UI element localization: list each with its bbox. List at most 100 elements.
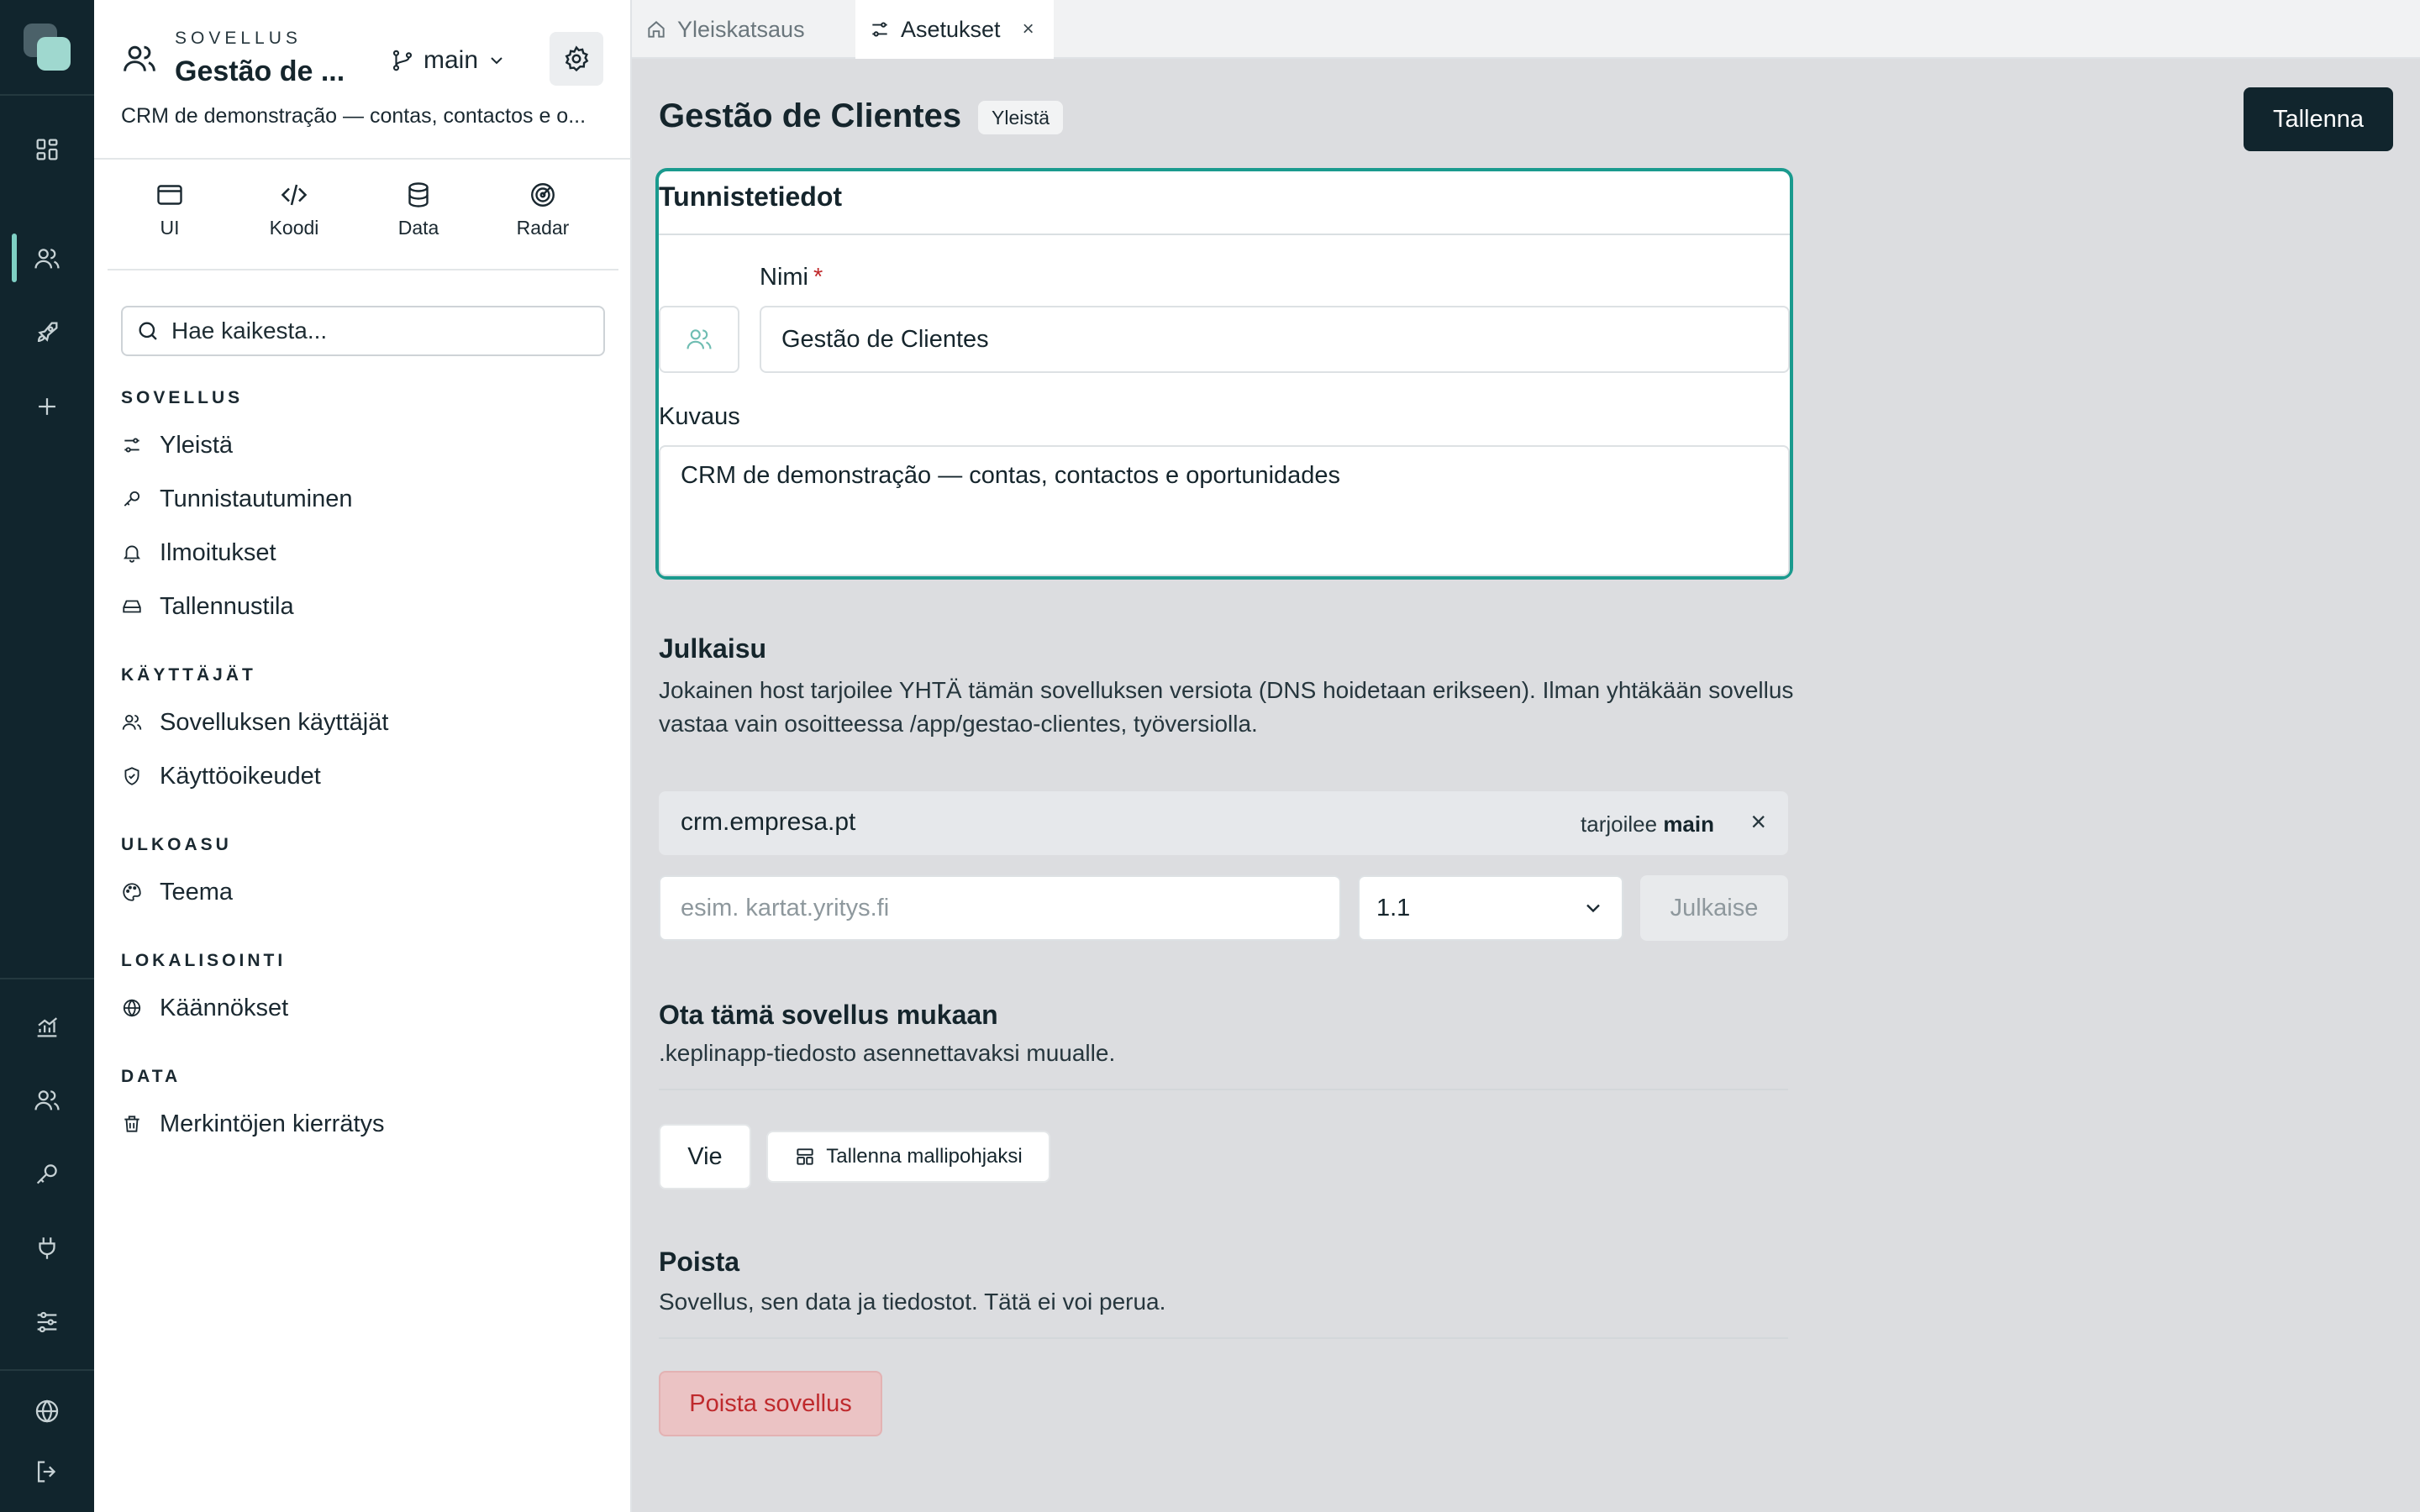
- rail-divider: [0, 1369, 94, 1371]
- tab-bar: Yleiskatsaus Asetukset ×: [632, 0, 2420, 59]
- users-icon: [122, 714, 142, 730]
- users-icon[interactable]: [24, 235, 71, 282]
- sidebar-item-app-users[interactable]: Sovelluksen käyttäjät: [121, 702, 592, 743]
- dashboard-icon[interactable]: [24, 126, 71, 173]
- users-icon: [121, 40, 158, 77]
- rail-divider: [0, 978, 94, 979]
- save-as-template-button[interactable]: Tallenna mallipohjaksi: [766, 1131, 1050, 1183]
- search-input[interactable]: [170, 317, 573, 345]
- publish-heading: Julkaisu: [659, 633, 767, 664]
- shield-icon: [124, 767, 139, 785]
- rail-active-indicator: [12, 234, 17, 282]
- tab-settings[interactable]: Asetukset ×: [855, 0, 1054, 59]
- description-field[interactable]: CRM de demonstração — contas, contactos …: [659, 445, 1790, 576]
- branch-selector[interactable]: main: [390, 42, 507, 79]
- key-icon: [124, 491, 140, 507]
- section-heading: KÄYTTÄJÄT: [121, 665, 256, 685]
- delete-app-button[interactable]: Poista sovellus: [659, 1371, 882, 1436]
- mode-code[interactable]: Koodi: [232, 180, 356, 247]
- sidebar-item-storage[interactable]: Tallennustila: [121, 586, 592, 627]
- window-icon: [157, 185, 182, 205]
- export-button[interactable]: Vie: [659, 1124, 751, 1189]
- mode-ui[interactable]: UI: [108, 180, 232, 247]
- rocket-icon[interactable]: [24, 309, 71, 356]
- sidebar-item-permissions[interactable]: Käyttöoikeudet: [121, 756, 592, 796]
- close-icon[interactable]: ×: [1750, 806, 1766, 837]
- key-icon[interactable]: [24, 1151, 71, 1198]
- save-button[interactable]: Tallenna: [2244, 87, 2393, 151]
- search-box: [121, 306, 605, 356]
- home-icon: [648, 21, 665, 38]
- sliders-icon[interactable]: [24, 1299, 71, 1346]
- description-label: Kuvaus: [659, 403, 740, 430]
- divider: [659, 1337, 1788, 1339]
- publish-description: Jokainen host tarjoilee YHTÄ tämän sovel…: [659, 677, 1794, 737]
- section-heading: SOVELLUS: [121, 388, 244, 407]
- settings-sidebar: SOVELLUS Gestão de ... main CRM de demon…: [94, 0, 632, 1512]
- sliders-icon: [872, 22, 887, 37]
- logout-icon[interactable]: [24, 1448, 71, 1495]
- divider: [108, 269, 618, 270]
- domain-host: crm.empresa.pt: [681, 808, 856, 836]
- chevron-down-icon: [1586, 904, 1600, 913]
- bell-icon: [124, 545, 140, 563]
- database-icon: [408, 182, 429, 207]
- mode-data[interactable]: Data: [356, 180, 481, 247]
- card-title: Tunnistetiedot: [659, 181, 843, 212]
- sidebar-item-theme[interactable]: Teema: [121, 872, 592, 912]
- chart-icon[interactable]: [24, 1003, 71, 1050]
- app-rail: [0, 0, 94, 1512]
- sliders-icon: [124, 438, 139, 453]
- export-description: .keplinapp-tiedosto asennettavaksi muual…: [659, 1040, 1116, 1066]
- storage-icon: [123, 600, 141, 613]
- sidebar-item-translations[interactable]: Käännökset: [121, 988, 592, 1028]
- app-settings-button[interactable]: [550, 32, 603, 86]
- domain-serves: tarjoilee main: [1581, 811, 1714, 837]
- palette-icon: [123, 883, 141, 901]
- card-header: Tunnistetiedot: [659, 171, 1790, 235]
- main-content: Gestão de Clientes Yleistä Tallenna Tunn…: [632, 59, 2420, 1512]
- code-icon: [281, 184, 308, 206]
- delete-heading: Poista: [659, 1247, 740, 1277]
- template-icon: [797, 1148, 813, 1165]
- section-heading: LOKALISOINTI: [121, 951, 287, 970]
- gear-icon: [565, 45, 589, 72]
- section-badge: Yleistä: [978, 101, 1064, 134]
- mode-radar[interactable]: Radar: [481, 180, 605, 247]
- trash-icon: [124, 1116, 139, 1132]
- page-title: Gestão de Clientes: [659, 97, 962, 134]
- brand-logo[interactable]: [24, 24, 71, 71]
- users-icon[interactable]: [24, 1077, 71, 1124]
- divider: [659, 1089, 1788, 1090]
- sidebar-item-general[interactable]: Yleistä: [121, 425, 592, 465]
- host-input[interactable]: [659, 875, 1341, 941]
- chevron-down-icon: [491, 57, 502, 65]
- app-description: CRM de demonstração — contas, contactos …: [121, 104, 587, 128]
- tab-overview[interactable]: Yleiskatsaus: [632, 0, 854, 59]
- users-icon: [687, 329, 712, 349]
- mode-switcher: UI Koodi Data Radar: [108, 180, 605, 247]
- app-name: Gestão de ...: [175, 55, 345, 87]
- app-icon-picker[interactable]: [659, 306, 739, 373]
- name-field[interactable]: [760, 306, 1790, 373]
- export-heading: Ota tämä sovellus mukaan: [659, 1000, 998, 1030]
- app-kicker: SOVELLUS: [175, 29, 302, 48]
- sidebar-item-record-recycling[interactable]: Merkintöjen kierrätys: [121, 1104, 592, 1144]
- plug-icon[interactable]: [24, 1225, 71, 1272]
- section-heading: DATA: [121, 1067, 182, 1086]
- section-heading: ULKOASU: [121, 835, 232, 854]
- radar-icon: [531, 183, 555, 207]
- sidebar-item-authentication[interactable]: Tunnistautuminen: [121, 479, 592, 519]
- globe-icon[interactable]: [24, 1388, 71, 1435]
- divider: [94, 158, 632, 160]
- rail-divider: [0, 94, 94, 96]
- plus-icon[interactable]: [24, 383, 71, 430]
- name-label: Nimi *: [760, 264, 823, 291]
- required-mark: *: [813, 264, 823, 291]
- sidebar-item-notifications[interactable]: Ilmoitukset: [121, 533, 592, 573]
- identity-card: Tunnistetiedot Nimi* Kuvaus CRM de demon…: [655, 168, 1793, 580]
- publish-button[interactable]: Julkaise: [1640, 875, 1788, 941]
- branch-name: main: [424, 46, 479, 74]
- version-select[interactable]: 1.1: [1358, 875, 1623, 941]
- close-icon[interactable]: ×: [1023, 18, 1034, 41]
